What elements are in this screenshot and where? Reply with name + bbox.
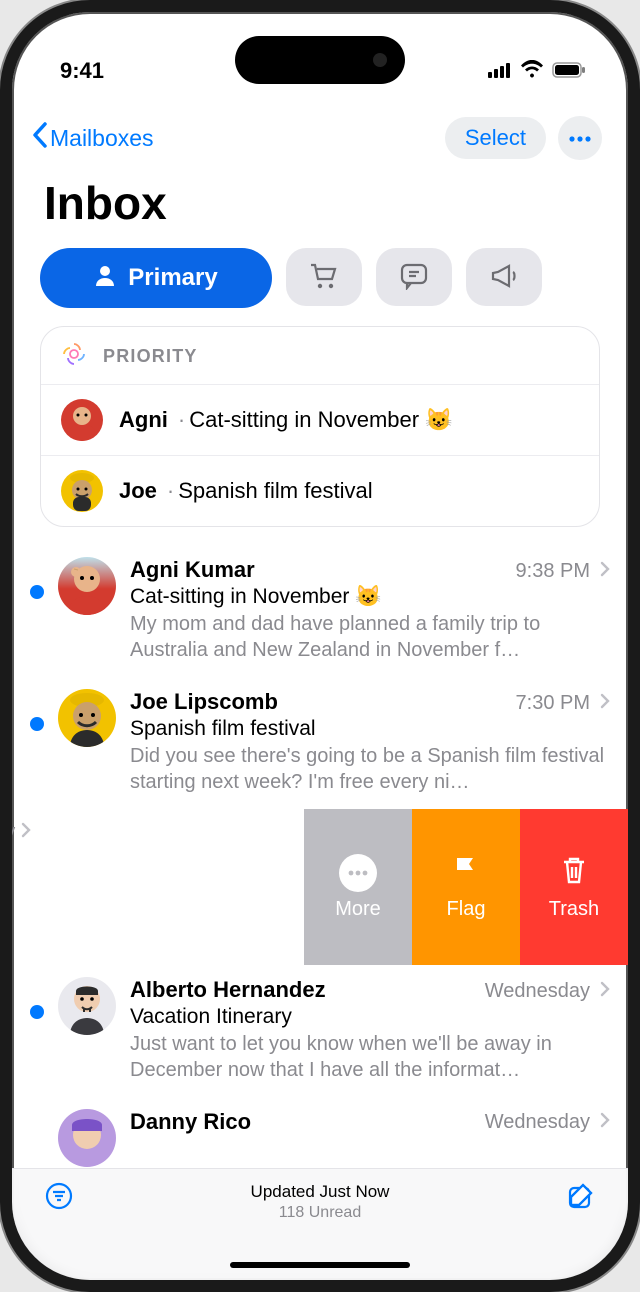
dynamic-island <box>235 36 405 84</box>
priority-item[interactable]: Joe·Spanish film festival <box>41 455 599 526</box>
tab-primary-label: Primary <box>128 264 217 292</box>
avatar <box>58 689 116 747</box>
swipe-actions: More Flag Trash <box>304 809 628 965</box>
person-icon <box>94 264 116 293</box>
select-button[interactable]: Select <box>445 117 546 159</box>
unread-dot <box>30 717 44 731</box>
sender-name: Joe Lipscomb <box>130 689 506 715</box>
category-tabs: Primary <box>12 244 628 326</box>
chevron-right-icon <box>21 821 31 844</box>
chevron-right-icon <box>600 981 610 1002</box>
clock: 9:41 <box>60 58 104 84</box>
sender-name: Danny Rico <box>130 1109 475 1135</box>
wifi-icon <box>520 58 544 84</box>
message-row[interactable]: Joe Lipscomb 7:30 PM Spanish film festiv… <box>12 677 628 809</box>
message-preview: Just want to let you know when we'll be … <box>130 1031 610 1083</box>
message-list: Agni Kumar 9:38 PM Cat-sitting in Novemb… <box>12 545 628 1167</box>
phone-frame: 9:41 Mailboxes Select <box>0 0 640 1292</box>
swipe-more-button[interactable]: More <box>304 809 412 965</box>
chevron-left-icon <box>30 121 48 155</box>
unread-count: 118 Unread <box>251 1203 390 1224</box>
sender-name: Alberto Hernandez <box>130 977 475 1003</box>
chevron-right-icon <box>600 1112 610 1133</box>
message-time: Wednesday <box>485 1111 590 1134</box>
swipe-flag-button[interactable]: Flag <box>412 809 520 965</box>
avatar <box>58 557 116 615</box>
tab-promotions[interactable] <box>466 248 542 306</box>
message-preview: My mom and dad have planned a family tri… <box>130 611 610 663</box>
priority-card: PRIORITY Agni·Cat-sitting in November 😺 … <box>40 326 600 527</box>
priority-subject: Cat-sitting in November 😺 <box>189 407 452 432</box>
back-label: Mailboxes <box>50 125 154 152</box>
avatar <box>61 470 103 512</box>
message-row-swiped[interactable]: Wednesday pair you sent, it'd be e passe… <box>12 809 628 965</box>
chevron-right-icon <box>600 561 610 582</box>
message-time: 9:38 PM <box>516 560 590 583</box>
message-row[interactable]: Danny Rico Wednesday <box>12 1097 628 1167</box>
priority-sender: Agni <box>119 407 168 432</box>
avatar <box>58 1109 116 1167</box>
trash-icon <box>560 854 588 892</box>
ellipsis-icon <box>339 854 377 892</box>
swipe-more-label: More <box>335 898 381 921</box>
swipe-flag-label: Flag <box>447 898 486 921</box>
chat-icon <box>399 262 429 293</box>
message-time: Wednesday <box>485 980 590 1003</box>
message-subject: Spanish film festival <box>130 717 610 741</box>
tab-primary[interactable]: Primary <box>40 248 272 308</box>
message-subject: Cat-sitting in November 😺 <box>130 585 610 609</box>
message-subject: Vacation Itinerary <box>130 1005 610 1029</box>
priority-label: PRIORITY <box>103 346 198 367</box>
megaphone-icon <box>489 262 519 293</box>
updated-label: Updated Just Now <box>251 1181 390 1203</box>
swipe-trash-label: Trash <box>549 898 599 921</box>
back-button[interactable]: Mailboxes <box>30 121 154 155</box>
more-button[interactable] <box>558 116 602 160</box>
message-row[interactable]: Agni Kumar 9:38 PM Cat-sitting in Novemb… <box>12 545 628 677</box>
message-time: 7:30 PM <box>516 692 590 715</box>
message-preview: e passenger-side mirr… <box>12 904 284 930</box>
ellipsis-icon <box>568 131 592 146</box>
cart-icon <box>309 262 339 293</box>
tab-updates[interactable] <box>376 248 452 306</box>
chevron-right-icon <box>600 693 610 714</box>
sparkle-icon <box>61 341 87 372</box>
avatar <box>58 977 116 1035</box>
message-preview: Did you see there's going to be a Spanis… <box>130 743 610 795</box>
filter-button[interactable] <box>44 1181 74 1216</box>
unread-dot <box>30 585 44 599</box>
tab-transactions[interactable] <box>286 248 362 306</box>
swipe-trash-button[interactable]: Trash <box>520 809 628 965</box>
priority-sender: Joe <box>119 478 157 503</box>
message-time: Wednesday <box>12 821 15 844</box>
compose-button[interactable] <box>566 1181 596 1216</box>
nav-bar: Mailboxes Select <box>12 100 628 168</box>
avatar <box>61 399 103 441</box>
page-title: Inbox <box>12 168 628 244</box>
message-row[interactable]: Alberto Hernandez Wednesday Vacation Iti… <box>12 965 628 1097</box>
unread-dot <box>30 1005 44 1019</box>
cellular-icon <box>488 58 512 84</box>
priority-item[interactable]: Agni·Cat-sitting in November 😺 <box>41 384 599 455</box>
battery-icon <box>552 58 586 84</box>
message-subject: pair <box>12 850 284 874</box>
sender-name: Agni Kumar <box>130 557 506 583</box>
flag-icon <box>451 854 481 892</box>
home-indicator[interactable] <box>230 1262 410 1268</box>
priority-subject: Spanish film festival <box>178 478 372 503</box>
message-preview: you sent, it'd be <box>12 876 284 902</box>
